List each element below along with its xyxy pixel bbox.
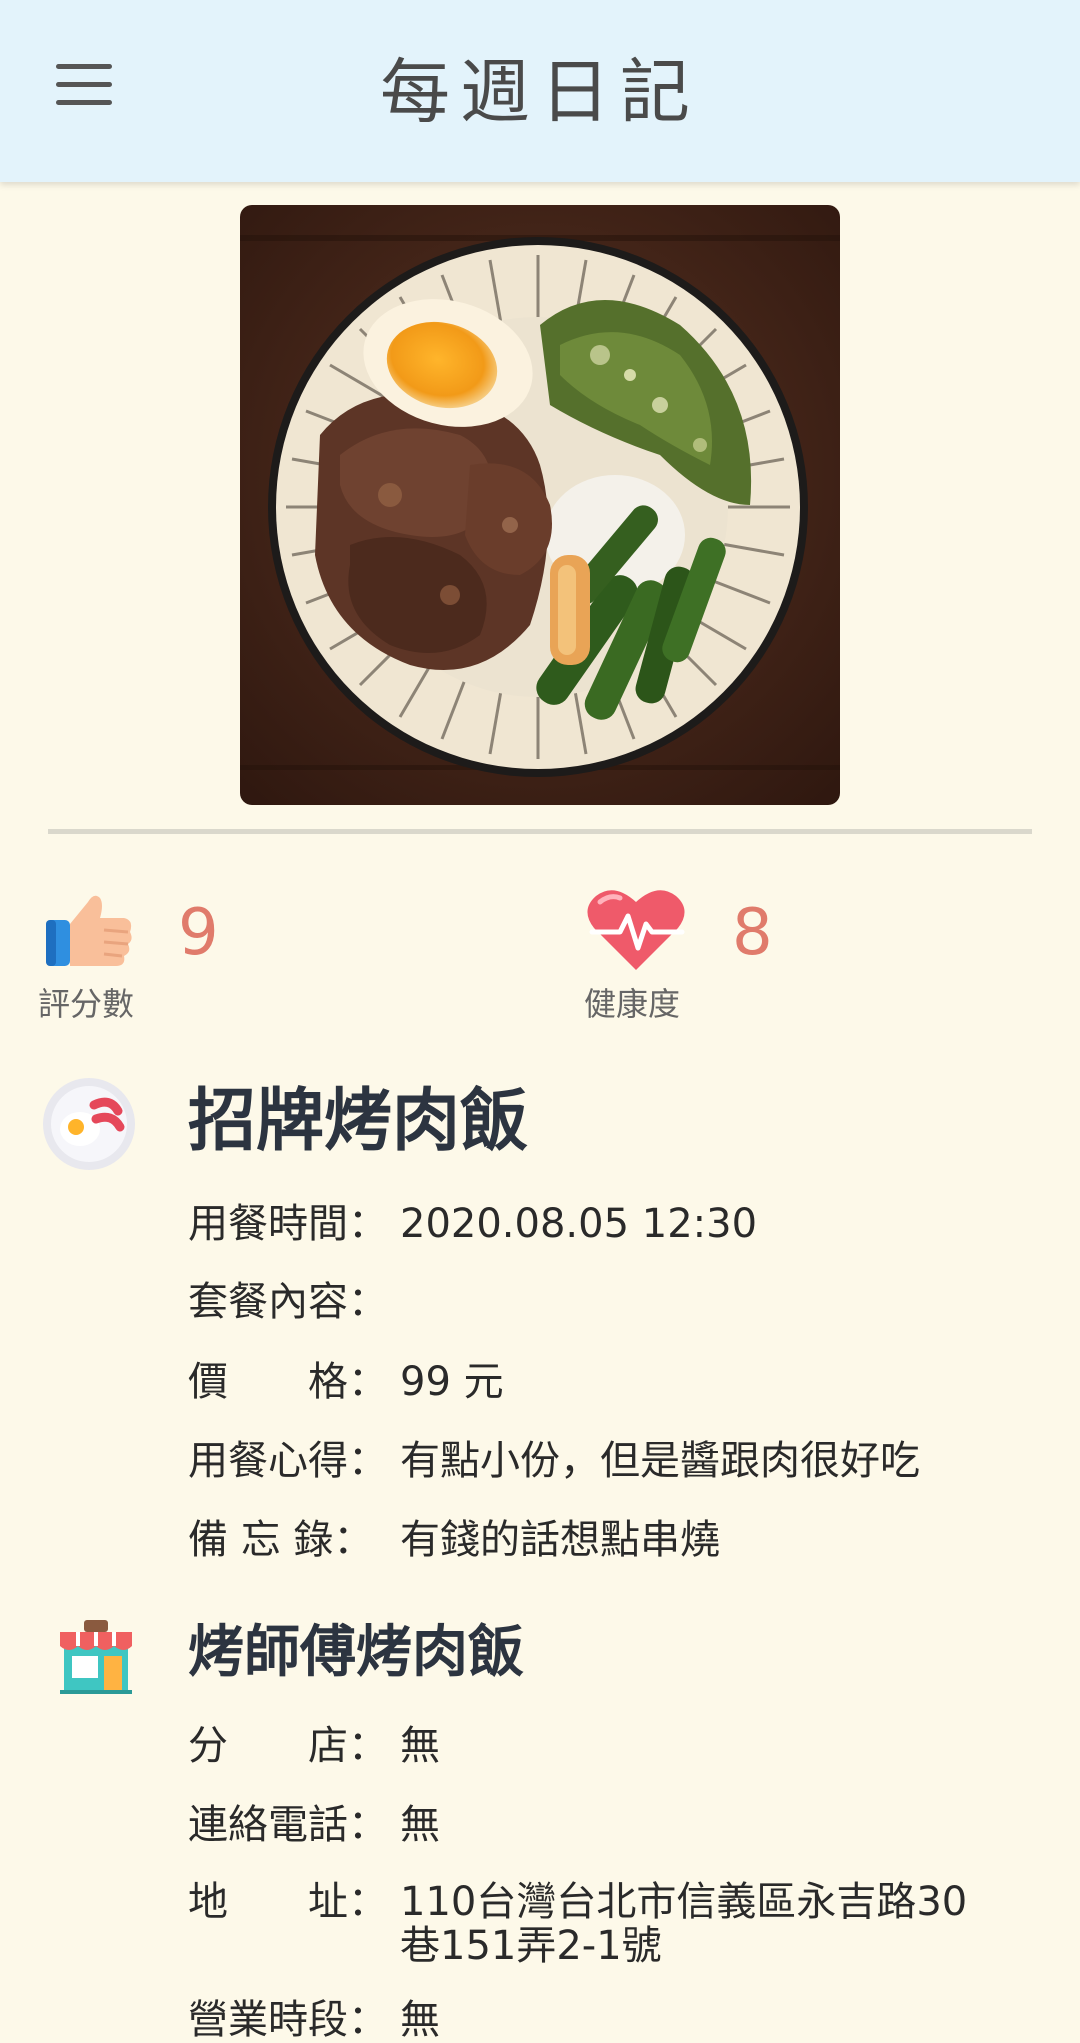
fried-egg-sausage-plate-icon — [42, 1077, 136, 1171]
meal-row-memo: 備 忘 錄： 有錢的話想點串燒 — [188, 1518, 1048, 1562]
storefront-icon — [58, 1620, 134, 1694]
row-value: 2020.08.05 12:30 — [400, 1201, 758, 1247]
row-value: 有點小份，但是醬跟肉很好吃 — [400, 1438, 920, 1484]
row-value: 110台灣台北市信義區永吉路30巷151弄2-1號 — [400, 1879, 968, 1969]
meal-row-review: 用餐心得： 有點小份，但是醬跟肉很好吃 — [188, 1439, 1048, 1483]
shop-row-hours: 營業時段： 無 — [188, 1998, 1048, 2042]
row-label: 用餐心得： — [188, 1438, 388, 1484]
health-label: 健康度 — [584, 985, 681, 1023]
row-label: 備 忘 錄： — [188, 1517, 374, 1563]
row-label: 分 店： — [188, 1723, 388, 1769]
shop-row-phone: 連絡電話： 無 — [188, 1803, 1048, 1847]
meal-row-set-content: 套餐內容： — [188, 1280, 1048, 1324]
rating-label: 評分數 — [38, 985, 135, 1023]
row-value: 99 元 — [400, 1359, 504, 1405]
shop-row-address: 地 址： 110台灣台北市信義區永吉路30巷151弄2-1號 — [188, 1880, 1048, 1968]
meal-row-price: 價 格： 99 元 — [188, 1360, 1048, 1404]
row-label: 營業時段： — [188, 1997, 388, 2043]
heartbeat-heart-icon — [586, 888, 686, 972]
shop-row-branch: 分 店： 無 — [188, 1724, 1048, 1768]
row-value: 有錢的話想點串燒 — [400, 1517, 720, 1563]
meal-title: 招牌烤肉飯 — [188, 1082, 529, 1161]
row-label: 套餐內容： — [188, 1279, 388, 1325]
row-label: 地 址： — [188, 1879, 388, 1925]
shop-title: 烤師傅烤肉飯 — [188, 1620, 524, 1685]
thumbs-up-icon — [44, 890, 134, 970]
row-label: 價 格： — [188, 1359, 388, 1405]
divider — [48, 829, 1032, 834]
health-value: 8 — [732, 896, 773, 970]
rating-value: 9 — [178, 896, 219, 970]
meal-photo — [240, 205, 840, 805]
meal-row-time: 用餐時間： 2020.08.05 12:30 — [188, 1202, 1048, 1246]
app-bar: 每週日記 — [0, 0, 1080, 182]
row-value: 無 — [400, 1997, 440, 2043]
row-value: 無 — [400, 1802, 440, 1848]
row-label: 用餐時間： — [188, 1201, 388, 1247]
row-value: 無 — [400, 1723, 440, 1769]
page-title: 每週日記 — [380, 51, 700, 133]
row-label: 連絡電話： — [188, 1802, 388, 1848]
